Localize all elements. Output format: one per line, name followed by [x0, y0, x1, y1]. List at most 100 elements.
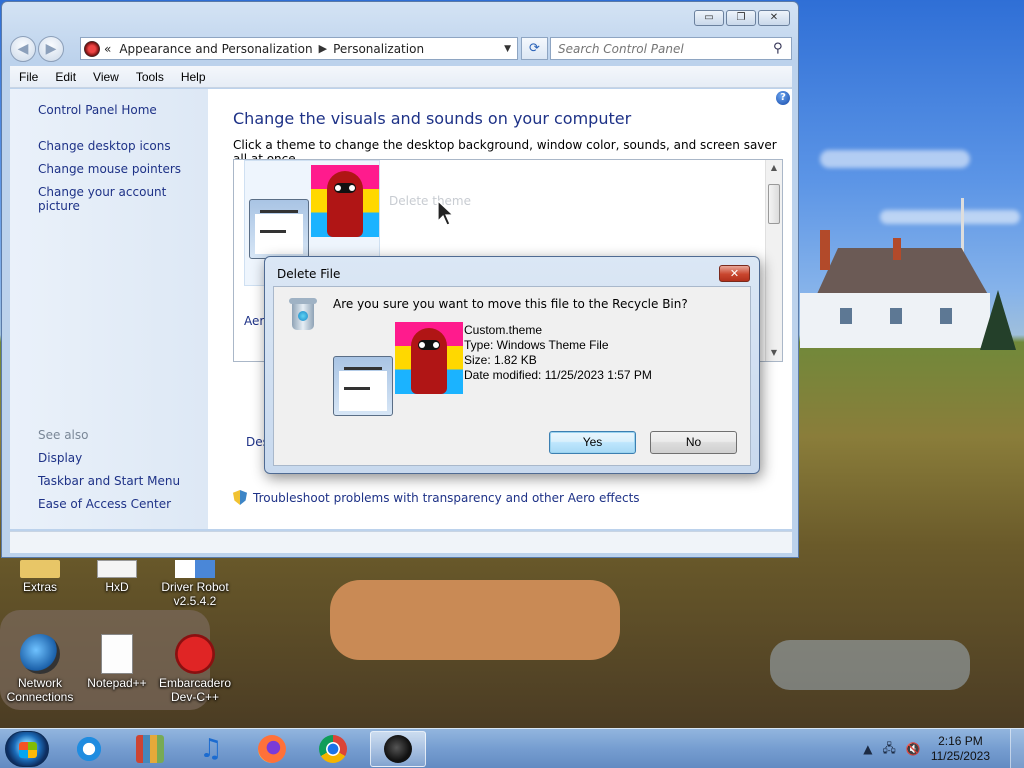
- mouse-cursor-icon: [437, 199, 455, 226]
- clock-time: 2:16 PM: [938, 734, 983, 748]
- file-info: Custom.theme Type: Windows Theme File Si…: [464, 323, 652, 383]
- shield-icon: [233, 490, 247, 505]
- desktop-icon-hxd[interactable]: HxD: [77, 560, 157, 594]
- desktop-icon-label: Notepad++: [87, 676, 147, 690]
- navigation-bar: ◀ ▶ « Appearance and Personalization ▶ P…: [10, 35, 792, 62]
- dialog-title: Delete File: [277, 267, 341, 281]
- desktop-icon-driver-robot[interactable]: Driver Robot v2.5.4.2: [155, 560, 235, 608]
- scroll-down-icon[interactable]: ▼: [766, 345, 782, 361]
- breadcrumb-separator-icon[interactable]: ▶: [319, 42, 327, 55]
- back-button[interactable]: ◀: [10, 36, 36, 62]
- file-type: Type: Windows Theme File: [464, 338, 609, 352]
- yes-button[interactable]: Yes: [549, 431, 636, 454]
- link-ease-of-access[interactable]: Ease of Access Center: [38, 497, 171, 511]
- link-display[interactable]: Display: [38, 451, 82, 465]
- network-tray-icon[interactable]: 🖧: [882, 739, 895, 760]
- link-control-panel-home[interactable]: Control Panel Home: [38, 103, 157, 117]
- desktop-icon-network[interactable]: Network Connections: [0, 634, 80, 704]
- desktop-icon-label: Extras: [22, 580, 57, 594]
- status-bar: [10, 531, 792, 553]
- dialog-body: Are you sure you want to move this file …: [273, 286, 751, 466]
- desktop-icon-notepad-plus-plus[interactable]: Notepad++: [77, 634, 157, 690]
- desktop-icon-label: HxD: [105, 580, 129, 594]
- menu-tools[interactable]: Tools: [127, 70, 172, 84]
- clock-date: 11/25/2023: [930, 749, 990, 763]
- taskbar-archive[interactable]: [122, 731, 178, 767]
- taskbar: ♫ ▲ 🖧 🔇 2:16 PM 11/25/2023: [0, 728, 1024, 768]
- file-thumbnail: [333, 322, 483, 422]
- no-button[interactable]: No: [650, 431, 737, 454]
- link-change-mouse-pointers[interactable]: Change mouse pointers: [38, 162, 181, 176]
- window-controls: ▭ ❐ ✕: [694, 10, 790, 26]
- minimize-button[interactable]: ▭: [694, 10, 724, 26]
- desktop-icon-extras[interactable]: Extras: [0, 560, 80, 594]
- search-icon[interactable]: ⚲: [773, 41, 791, 56]
- scroll-up-icon[interactable]: ▲: [766, 160, 782, 176]
- desktop-icon-label: Network Connections: [6, 676, 74, 704]
- search-input[interactable]: [551, 41, 773, 56]
- rock: [330, 580, 620, 660]
- system-tray: ▲ 🖧 🔇 2:16 PM 11/25/2023: [863, 729, 1024, 768]
- address-bar[interactable]: « Appearance and Personalization ▶ Perso…: [80, 37, 518, 60]
- chimney: [820, 230, 830, 270]
- theme-thumbnail: [249, 165, 399, 265]
- taskbar-personalization[interactable]: [370, 731, 426, 767]
- file-name: Custom.theme: [464, 323, 543, 337]
- troubleshoot-link[interactable]: Troubleshoot problems with transparency …: [233, 490, 640, 505]
- context-menu-ghost: Delete theme: [389, 194, 472, 208]
- menu-file[interactable]: File: [10, 70, 46, 84]
- driver-robot-icon: [175, 560, 215, 578]
- dialog-close-button[interactable]: ✕: [719, 265, 750, 282]
- breadcrumb-personalization[interactable]: Personalization: [333, 42, 424, 56]
- start-button[interactable]: [5, 731, 49, 767]
- cloud: [820, 150, 970, 168]
- link-change-desktop-icons[interactable]: Change desktop icons: [38, 139, 171, 153]
- address-dropdown-icon[interactable]: ▼: [504, 44, 511, 54]
- page-title: Change the visuals and sounds on your co…: [233, 109, 632, 128]
- help-icon[interactable]: ?: [776, 91, 790, 105]
- desktop-icon-label: Embarcadero Dev-C++: [158, 676, 232, 704]
- search-box[interactable]: ⚲: [550, 37, 792, 60]
- menu-edit[interactable]: Edit: [46, 70, 84, 84]
- taskbar-music[interactable]: ♫: [183, 731, 239, 767]
- menu-help[interactable]: Help: [172, 70, 214, 84]
- close-button[interactable]: ✕: [758, 10, 790, 26]
- network-icon: [20, 634, 60, 674]
- file-size: Size: 1.82 KB: [464, 353, 537, 367]
- file-date: Date modified: 11/25/2023 1:57 PM: [464, 368, 652, 382]
- link-change-account-picture[interactable]: Change your account picture: [38, 185, 208, 213]
- desktop-icon-dev-cpp[interactable]: Embarcadero Dev-C++: [155, 634, 235, 704]
- taskbar-chrome[interactable]: [305, 731, 361, 767]
- recycle-bin-icon: [288, 296, 318, 330]
- volume-muted-icon[interactable]: 🔇: [906, 742, 921, 756]
- folder-icon: [20, 560, 60, 578]
- menu-view[interactable]: View: [84, 70, 127, 84]
- rock: [770, 640, 970, 690]
- breadcrumb-appearance[interactable]: Appearance and Personalization: [119, 42, 312, 56]
- breadcrumb-prefix[interactable]: «: [104, 42, 111, 56]
- notepad-plus-plus-icon: [101, 634, 133, 674]
- link-taskbar-start-menu[interactable]: Taskbar and Start Menu: [38, 474, 180, 488]
- maximize-button[interactable]: ❐: [726, 10, 756, 26]
- hxd-icon: [97, 560, 137, 578]
- troubleshoot-label[interactable]: Troubleshoot problems with transparency …: [253, 491, 640, 505]
- firefox-icon: [258, 735, 286, 763]
- taskbar-internet-explorer[interactable]: [61, 731, 117, 767]
- windows-logo-icon: [19, 742, 37, 758]
- theme-list-scrollbar[interactable]: ▲ ▼: [765, 160, 782, 361]
- forward-button[interactable]: ▶: [38, 36, 64, 62]
- dialog-question: Are you sure you want to move this file …: [333, 297, 688, 311]
- archive-icon: [136, 735, 164, 763]
- control-panel-icon: [84, 40, 100, 57]
- refresh-button[interactable]: ⟳: [521, 37, 548, 60]
- taskbar-firefox[interactable]: [244, 731, 300, 767]
- music-icon: ♫: [199, 734, 223, 764]
- clock[interactable]: 2:16 PM 11/25/2023: [931, 734, 990, 764]
- desktop-icon-label: Driver Robot v2.5.4.2: [161, 580, 229, 608]
- show-desktop-button[interactable]: [1010, 729, 1024, 768]
- scroll-thumb[interactable]: [768, 184, 780, 224]
- show-hidden-icons-icon[interactable]: ▲: [863, 742, 872, 756]
- side-pane: Control Panel Home Change desktop icons …: [10, 89, 208, 529]
- personalization-icon: [384, 735, 412, 763]
- chimney: [893, 238, 901, 260]
